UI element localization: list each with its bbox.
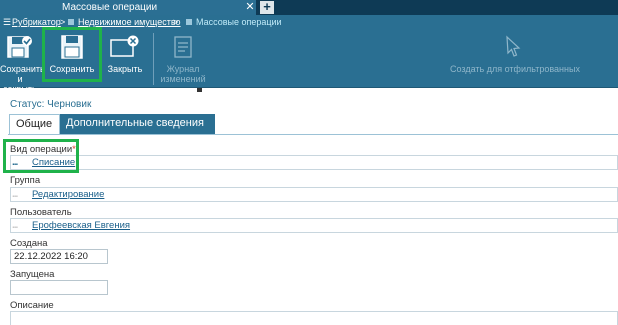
tab-bar: Массовые операции ✕ + (0, 0, 618, 15)
journal-icon (174, 36, 192, 58)
toolbar-divider (153, 33, 154, 85)
create-for-filtered-label: Создать для отфильтрованных (450, 64, 580, 74)
started-field[interactable] (10, 280, 108, 295)
operation-type-field[interactable]: ... Списание (10, 155, 618, 170)
change-log-label: Журнал изменений (160, 64, 206, 84)
close-icon[interactable]: ✕ (244, 0, 256, 15)
tab-mass-operations[interactable]: Массовые операции ✕ (0, 0, 256, 15)
folder-icon (68, 19, 74, 25)
group-field[interactable]: ... Редактирование (10, 187, 618, 202)
close-button[interactable]: Закрыть (104, 30, 146, 88)
created-label: Создана (10, 238, 48, 249)
folder-icon (186, 19, 192, 25)
tab-general[interactable]: Общие (9, 114, 60, 134)
started-label: Запущена (10, 269, 55, 280)
add-tab-icon[interactable]: + (260, 0, 274, 14)
change-log-button[interactable]: Журнал изменений (160, 30, 206, 88)
close-window-icon (110, 35, 139, 57)
save-and-close-label: Сохранить и закрыть (0, 64, 45, 94)
user-field[interactable]: ... Ерофеевская Евгения (10, 218, 618, 233)
ellipsis-icon[interactable]: ... (12, 190, 18, 200)
user-value[interactable]: Ерофеевская Евгения (32, 220, 130, 231)
tabs-underline (8, 134, 618, 135)
save-and-close-button[interactable]: Сохранить и закрыть (0, 30, 45, 94)
app-window: Массовые операции ✕ + ☰ Рубрикатор > Нед… (0, 0, 618, 325)
group-label: Группа (10, 175, 41, 186)
status-label: Статус: Черновик (10, 99, 92, 110)
tab-additional-info[interactable]: Дополнительные сведения (60, 114, 215, 134)
menu-icon[interactable]: ☰ (3, 15, 11, 30)
save-button-highlight (42, 27, 102, 82)
operation-type-highlight (3, 139, 79, 173)
description-label: Описание (10, 300, 54, 311)
close-label: Закрыть (107, 64, 143, 74)
description-field[interactable] (10, 311, 618, 325)
breadcrumb-separator: > (173, 17, 179, 27)
tab-title: Массовые операции (62, 2, 158, 13)
save-and-close-icon (7, 36, 32, 58)
created-field[interactable]: 22.12.2022 16:20 (10, 249, 108, 264)
breadcrumb-current: Массовые операции (196, 17, 282, 27)
cursor-icon (506, 35, 521, 57)
user-label: Пользователь (10, 207, 72, 218)
ellipsis-icon[interactable]: ... (12, 221, 18, 231)
create-for-filtered-button[interactable]: Создать для отфильтрованных (448, 30, 582, 88)
resize-marker (197, 88, 202, 92)
group-value[interactable]: Редактирование (32, 189, 104, 200)
